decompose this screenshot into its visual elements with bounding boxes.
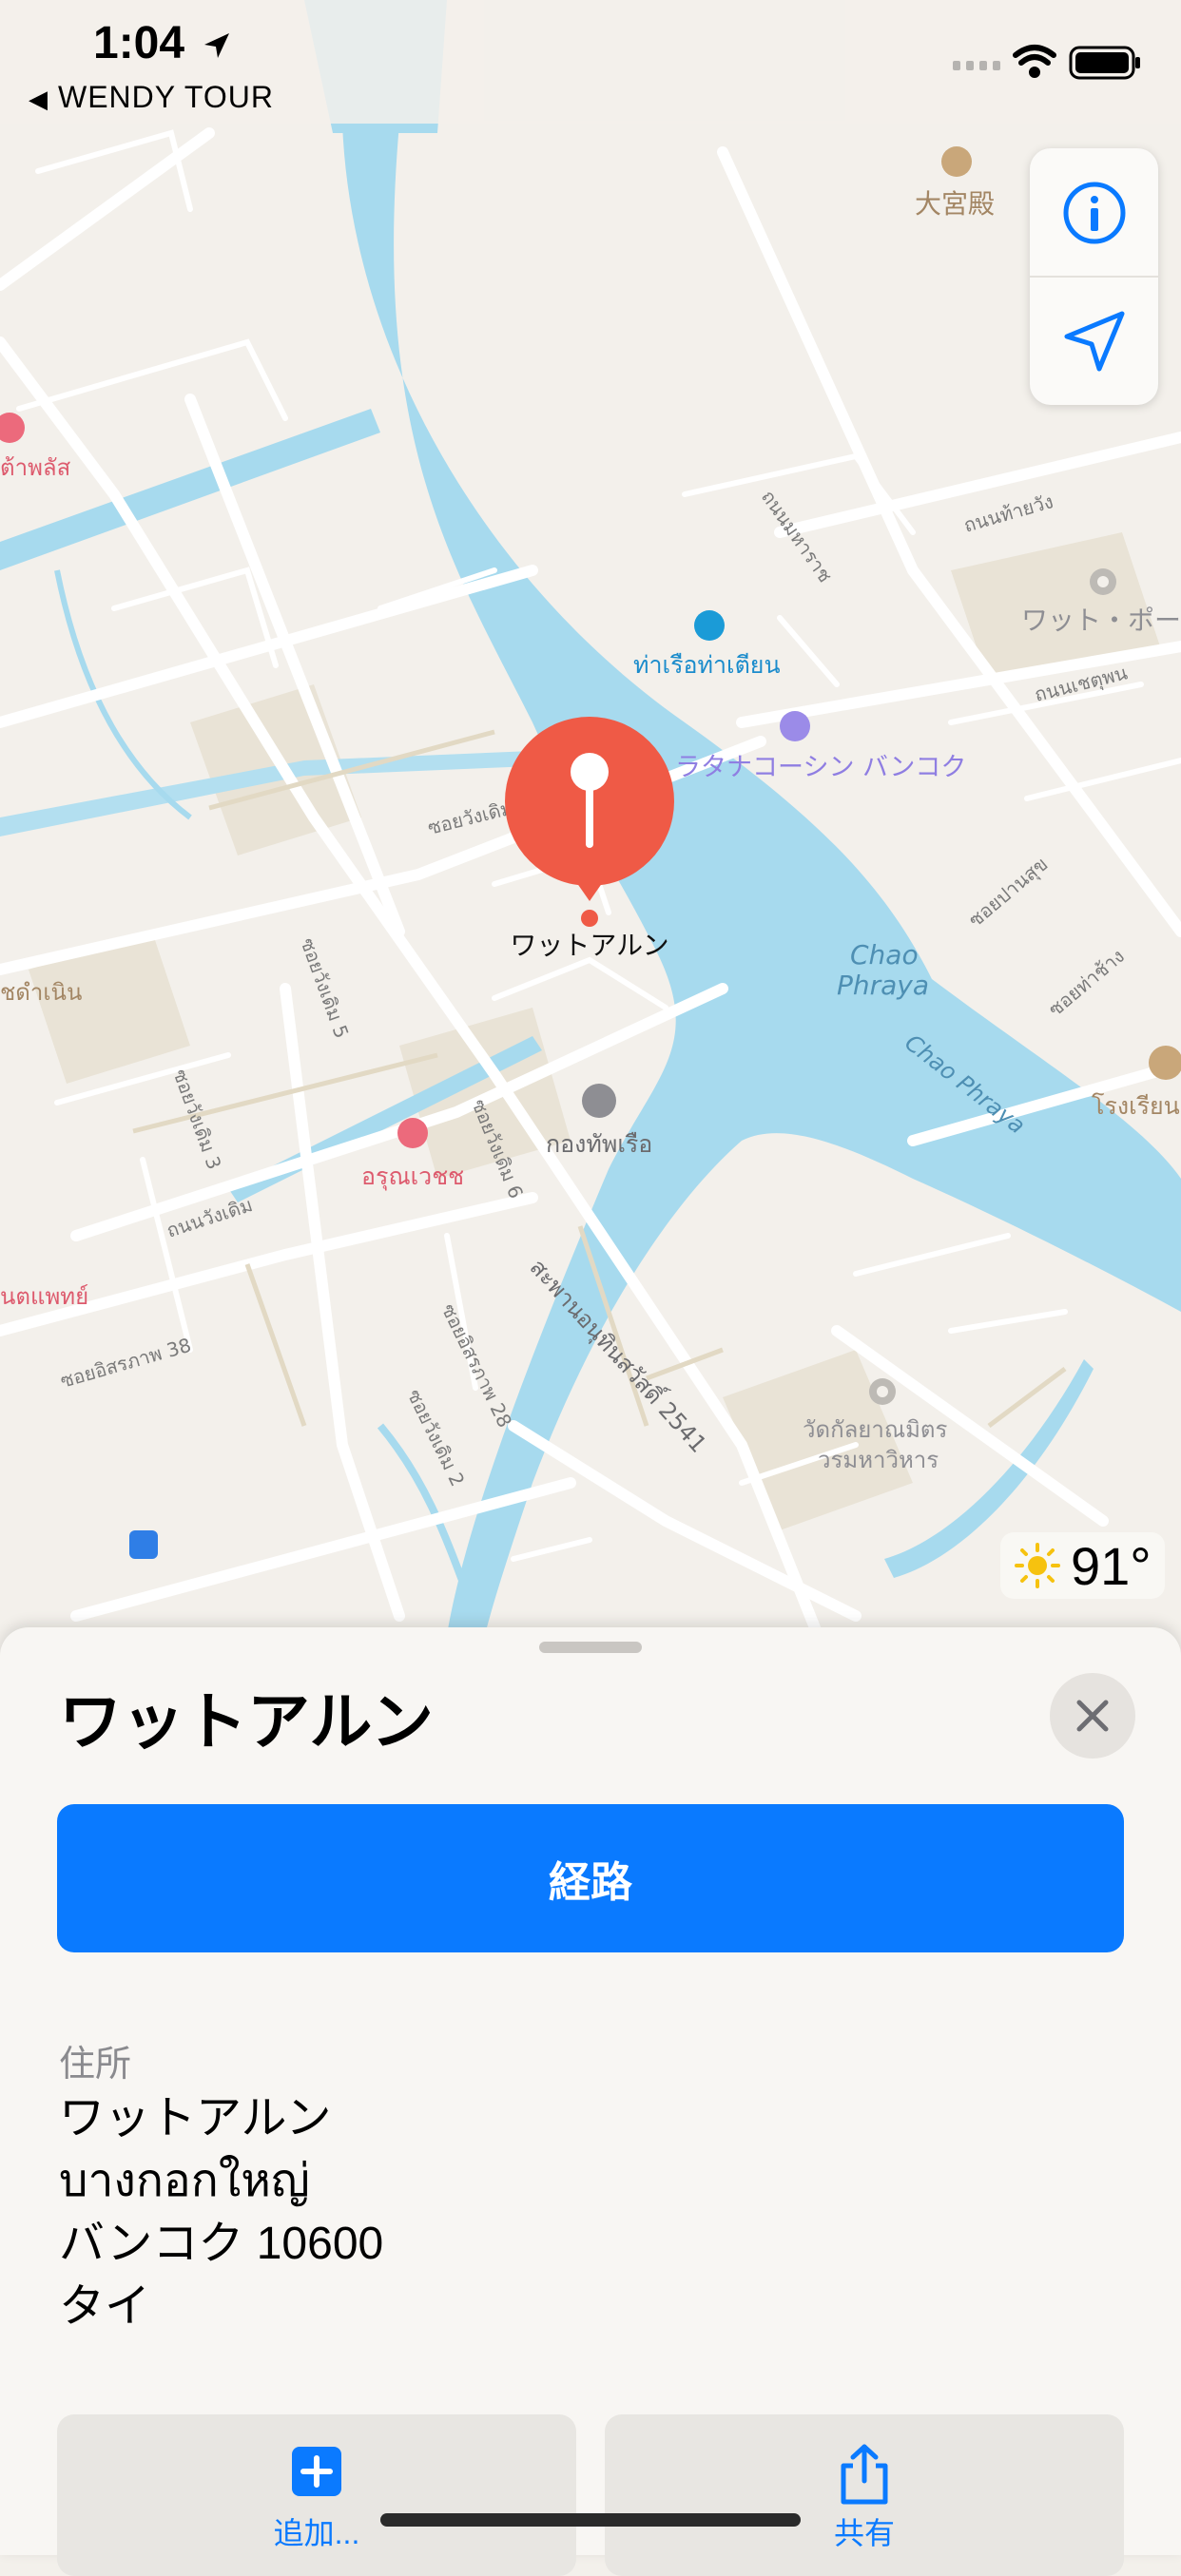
sun-icon <box>1015 1543 1060 1588</box>
directions-button[interactable]: 経路 <box>57 1804 1124 1952</box>
map-label-river-2: Phraya <box>837 970 929 1001</box>
map-label-navy[interactable]: กองทัพเรือ <box>546 1130 652 1158</box>
close-icon <box>1076 1700 1109 1732</box>
address-line: タイ <box>59 2281 151 2332</box>
address-block[interactable]: ワットアルン บางกอกใหญ่ バンコク 10600 タイ <box>59 2087 383 2338</box>
map-label-grand-palace[interactable]: 大宮殿 <box>915 188 995 220</box>
info-button[interactable] <box>1030 148 1158 277</box>
address-line: バンコク 10600 <box>59 2219 384 2269</box>
map-label-wat-pho[interactable]: ワット・ポー <box>1021 605 1181 636</box>
add-square-icon <box>292 2447 341 2496</box>
weather-temperature: 91° <box>1071 1535 1152 1596</box>
system-indicators <box>953 44 1143 82</box>
info-icon <box>1063 182 1125 243</box>
sheet-grabber[interactable] <box>539 1642 642 1653</box>
cellular-signal-icon <box>953 61 1000 70</box>
map-label-river-1: Chao <box>850 939 919 971</box>
map-label-pier[interactable]: ท่าเรือท่าเตียน <box>633 651 781 679</box>
wifi-icon <box>1013 45 1056 78</box>
map-label-wat-kalaya-2[interactable]: วรมหาวิหาร <box>818 1447 939 1473</box>
address-line: บางกอกใหญ่ <box>59 2156 310 2206</box>
battery-icon <box>1069 46 1140 80</box>
back-to-app-button[interactable]: ◀ WENDY TOUR <box>29 80 274 115</box>
map-label-arun-hospital[interactable]: อรุณเวชช <box>361 1163 464 1191</box>
map-label-wat-kalaya-1[interactable]: วัดกัลยาณมิตร <box>803 1416 948 1443</box>
navigation-arrow-icon <box>1064 311 1124 371</box>
map-label-left-pink-2[interactable]: ันตแพทย์ <box>0 1283 88 1310</box>
place-title: ワットアルン <box>59 1686 435 1757</box>
close-button[interactable] <box>1050 1673 1135 1759</box>
home-indicator[interactable] <box>380 2513 801 2527</box>
pin-label[interactable]: ワットアルン <box>510 930 668 961</box>
address-line: ワットアルン <box>59 2093 332 2143</box>
status-time: 1:04 <box>93 17 231 69</box>
map-label-left-pink[interactable]: ต้าพลัส <box>0 454 71 481</box>
location-arrow-icon <box>204 33 230 59</box>
back-triangle-icon: ◀ <box>29 85 48 113</box>
map-label-school[interactable]: โรงเรียน <box>1092 1092 1180 1120</box>
map-label-hotel[interactable]: ラタナコーシン バンコク <box>675 753 966 782</box>
map-controls <box>1030 148 1158 405</box>
share-button[interactable]: 共有 <box>605 2414 1124 2576</box>
address-label: 住所 <box>59 2045 132 2085</box>
map-view[interactable]: 大宮殿 ワット・ポー ท่าเรือท่าเตียน ラタナコーシン バンコク … <box>0 0 1181 1635</box>
status-bar: 1:04 ◀ WENDY TOUR <box>0 0 1181 124</box>
map-label-left-road: ชดำเนิน <box>0 979 82 1006</box>
add-button[interactable]: 追加... <box>57 2414 576 2576</box>
weather-badge[interactable]: 91° <box>1000 1532 1165 1599</box>
track-location-button[interactable] <box>1030 277 1158 405</box>
share-icon <box>841 2444 888 2505</box>
